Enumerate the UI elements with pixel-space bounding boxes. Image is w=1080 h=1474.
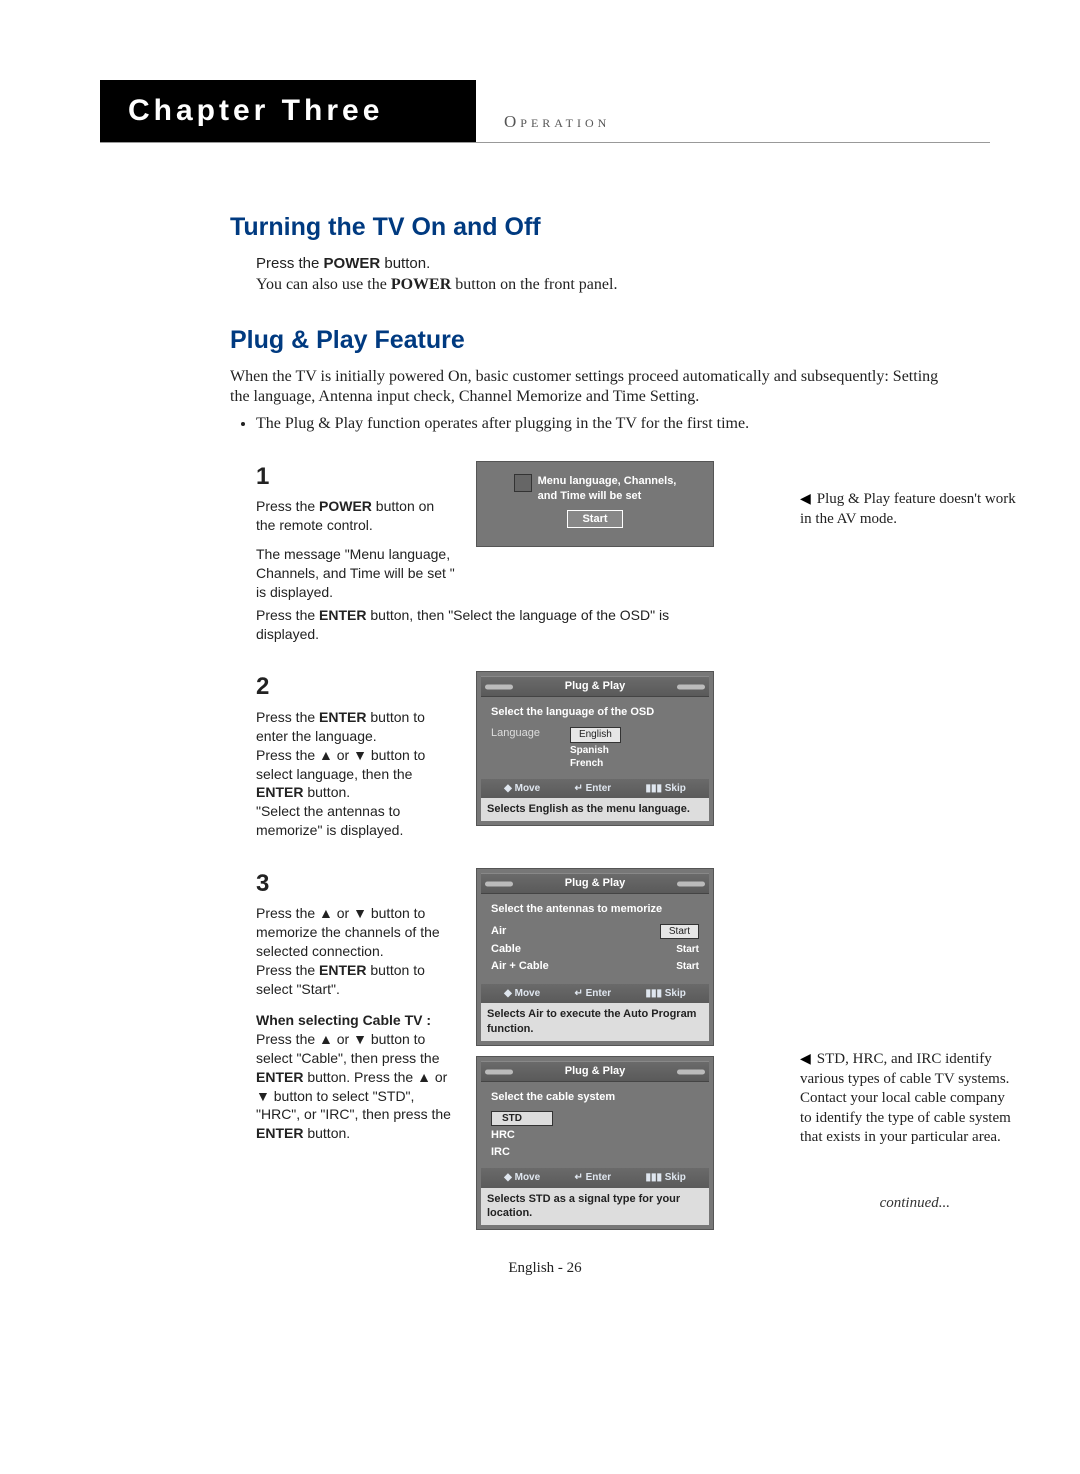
manual-page: Chapter Three Operation Turning the TV O… — [0, 0, 1080, 1317]
section1-body: Press the POWER button. You can also use… — [256, 254, 960, 296]
lang-option[interactable]: English — [570, 727, 621, 743]
start-option[interactable]: Start — [676, 943, 699, 957]
osd-step3b: Plug & Play Select the cable system STD … — [476, 1056, 714, 1230]
cable-option[interactable]: HRC — [491, 1128, 699, 1143]
start-button[interactable]: Start — [567, 510, 622, 529]
step-1: 1 Press the POWER button on the remote c… — [256, 461, 960, 644]
start-option[interactable]: Start — [676, 960, 699, 974]
cable-option[interactable]: IRC — [491, 1145, 699, 1160]
side-note-cable: ◀STD, HRC, and IRC identify various type… — [800, 1050, 1020, 1148]
step-number: 2 — [256, 671, 456, 703]
cable-option[interactable]: STD — [491, 1111, 553, 1127]
step1-line3: Press the ENTER button, then "Select the… — [256, 606, 696, 644]
continued-label: continued... — [880, 1195, 950, 1212]
chapter-header: Chapter Three Operation — [100, 80, 990, 143]
osd-step1: Menu language, Channels, and Time will b… — [476, 461, 714, 547]
osd-step2: Plug & Play Select the language of the O… — [476, 671, 714, 826]
step1-line1: Press the POWER button on the remote con… — [256, 497, 456, 535]
pp-intro: When the TV is initially powered On, bas… — [230, 367, 960, 407]
osd-step3a: Plug & Play Select the antennas to memor… — [476, 868, 714, 1046]
triangle-left-icon: ◀ — [800, 1052, 811, 1067]
pp-bullet-1: The Plug & Play function operates after … — [256, 415, 960, 433]
step1-line2: The message "Menu language, Channels, an… — [256, 545, 456, 602]
page-footer: English - 26 — [100, 1260, 990, 1277]
section-heading-2: Plug & Play Feature — [230, 326, 960, 355]
side-note-av: ◀Plug & Play feature doesn't work in the… — [800, 490, 1020, 529]
section-heading-1: Turning the TV On and Off — [230, 213, 960, 242]
triangle-left-icon: ◀ — [800, 492, 811, 507]
start-option[interactable]: Start — [660, 924, 699, 940]
info-icon — [514, 474, 532, 492]
cable-subhead: When selecting Cable TV : — [256, 1011, 456, 1030]
power-instruction: Press the POWER button. — [256, 254, 960, 274]
lang-option[interactable]: Spanish — [570, 744, 621, 758]
chapter-subtitle: Operation — [476, 98, 610, 142]
step-number: 1 — [256, 461, 456, 493]
main-content: Turning the TV On and Off Press the POWE… — [230, 213, 960, 1230]
lang-option[interactable]: French — [570, 757, 621, 771]
power-note: You can also use the POWER button on the… — [256, 274, 960, 296]
chapter-title: Chapter Three — [100, 80, 476, 142]
step-number: 3 — [256, 868, 456, 900]
step-2: 2 Press the ENTER button to enter the la… — [256, 671, 960, 840]
pp-bullets: The Plug & Play function operates after … — [240, 415, 960, 433]
